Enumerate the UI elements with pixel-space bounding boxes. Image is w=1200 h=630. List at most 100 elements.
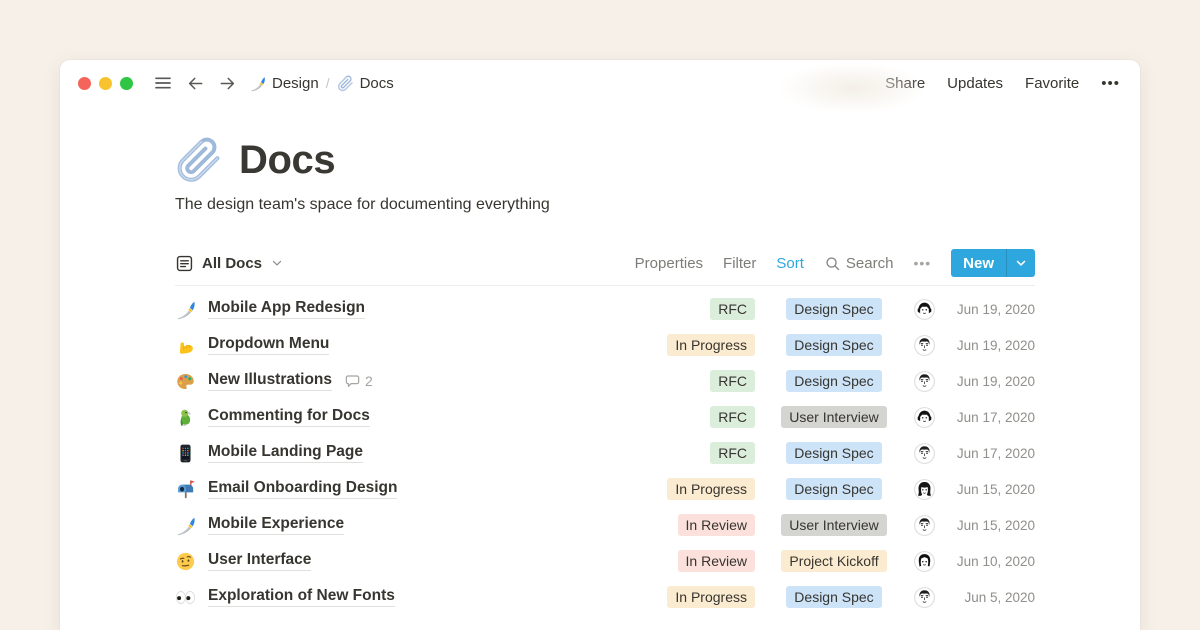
view-switcher[interactable]: All Docs [175,254,284,273]
avatar-woman-headphones [914,407,935,428]
palette-icon [175,371,196,392]
forward-arrow-icon[interactable] [217,73,237,93]
desktop-background: { "colors": { "background": "#F7F0E8", "… [0,0,1200,630]
properties-button[interactable]: Properties [635,255,703,272]
table-row: Exploration of New Fonts In Progress Des… [175,579,1035,615]
paintbrush-icon [175,515,196,536]
doc-title-link[interactable]: Mobile Landing Page [208,443,363,463]
status-tag[interactable]: In Progress [667,334,755,356]
view-toolbar: All Docs Properties Filter Sort [175,248,1035,278]
favorite-button[interactable]: Favorite [1025,75,1079,92]
status-tag[interactable]: In Review [678,550,755,572]
new-button[interactable]: New [951,249,1035,277]
avatar-man [914,587,935,608]
edited-date: Jun 5, 2020 [945,590,1035,605]
doc-title-link[interactable]: New Illustrations [208,371,332,391]
comment-count[interactable]: 2 [344,373,373,390]
doc-title-link[interactable]: Mobile App Redesign [208,299,365,319]
sidebar-menu-icon[interactable] [153,73,173,93]
avatar-woman-headphones [914,299,935,320]
type-tag[interactable]: Design Spec [786,442,881,464]
doc-title-link[interactable]: Commenting for Docs [208,407,370,427]
parrot-icon [175,407,196,428]
status-tag[interactable]: In Review [678,514,755,536]
minimize-window-button[interactable] [99,77,112,90]
type-tag[interactable]: User Interview [781,514,886,536]
new-button-label: New [951,249,1006,277]
breadcrumb: Design / Docs [249,75,394,92]
comment-count-value: 2 [365,373,373,389]
status-tag[interactable]: RFC [710,298,755,320]
status-tag[interactable]: RFC [710,442,755,464]
breadcrumb-item-docs[interactable]: Docs [337,75,394,92]
filter-button[interactable]: Filter [723,255,756,272]
type-tag[interactable]: Design Spec [786,478,881,500]
type-tag[interactable]: Project Kickoff [781,550,886,572]
eyes-icon [175,587,196,608]
table-row: Mobile Landing Page RFC Design Spec Jun … [175,435,1035,471]
share-button[interactable]: Share [885,75,925,92]
edited-date: Jun 15, 2020 [945,482,1035,497]
edited-date: Jun 19, 2020 [945,338,1035,353]
type-tag[interactable]: Design Spec [786,586,881,608]
back-arrow-icon[interactable] [185,73,205,93]
new-button-dropdown[interactable] [1006,249,1035,277]
avatar-man [914,371,935,392]
paperclip-icon [175,136,223,184]
breadcrumb-item-design[interactable]: Design [249,75,319,92]
doc-title-link[interactable]: Dropdown Menu [208,335,329,355]
doc-title-link[interactable]: Mobile Experience [208,515,344,535]
table-row: User Interface In Review Project Kickoff… [175,543,1035,579]
search-button[interactable]: Search [824,255,894,272]
type-tag[interactable]: Design Spec [786,334,881,356]
status-tag[interactable]: RFC [710,406,755,428]
updates-button[interactable]: Updates [947,75,1003,92]
pointing-down-icon [175,335,196,356]
close-window-button[interactable] [78,77,91,90]
sort-button[interactable]: Sort [776,255,804,272]
avatar-man [914,443,935,464]
titlebar: Design / Docs Share Updates Favorite ••• [60,60,1140,106]
chevron-down-icon [270,256,284,270]
table-row: Commenting for Docs RFC User Interview J… [175,399,1035,435]
search-label: Search [846,255,894,272]
raised-eyebrow-face-icon [175,551,196,572]
table-row: Mobile App Redesign RFC Design Spec Jun … [175,291,1035,327]
table-row: Dropdown Menu In Progress Design Spec Ju… [175,327,1035,363]
table-divider [175,285,1035,286]
list-view-icon [175,254,194,273]
mobile-phone-icon [175,443,196,464]
search-icon [824,255,841,272]
avatar-woman-wavy [914,479,935,500]
avatar-man [914,335,935,356]
table-row: Mobile Experience In Review User Intervi… [175,507,1035,543]
zoom-window-button[interactable] [120,77,133,90]
more-options-icon[interactable]: ••• [913,255,931,271]
edited-date: Jun 15, 2020 [945,518,1035,533]
app-window: Design / Docs Share Updates Favorite •••… [60,60,1140,630]
doc-title-link[interactable]: Exploration of New Fonts [208,587,395,607]
status-tag[interactable]: RFC [710,370,755,392]
type-tag[interactable]: Design Spec [786,298,881,320]
type-tag[interactable]: User Interview [781,406,886,428]
view-label: All Docs [202,255,262,272]
edited-date: Jun 17, 2020 [945,410,1035,425]
status-tag[interactable]: In Progress [667,478,755,500]
traffic-lights [78,77,133,90]
table-row: New Illustrations 2 RFC Design Spec Jun … [175,363,1035,399]
page-subtitle: The design team's space for documenting … [175,196,1035,214]
page-content: Docs The design team's space for documen… [175,136,1035,615]
status-tag[interactable]: In Progress [667,586,755,608]
edited-date: Jun 10, 2020 [945,554,1035,569]
table-row: Email Onboarding Design In Progress Desi… [175,471,1035,507]
doc-title-link[interactable]: Email Onboarding Design [208,479,397,499]
edited-date: Jun 19, 2020 [945,302,1035,317]
more-options-icon[interactable]: ••• [1101,75,1120,92]
edited-date: Jun 19, 2020 [945,374,1035,389]
page-title: Docs [239,138,335,183]
type-tag[interactable]: Design Spec [786,370,881,392]
paperclip-icon [337,75,354,92]
doc-title-link[interactable]: User Interface [208,551,311,571]
titlebar-actions: Share Updates Favorite ••• [885,75,1120,92]
mailbox-icon [175,479,196,500]
